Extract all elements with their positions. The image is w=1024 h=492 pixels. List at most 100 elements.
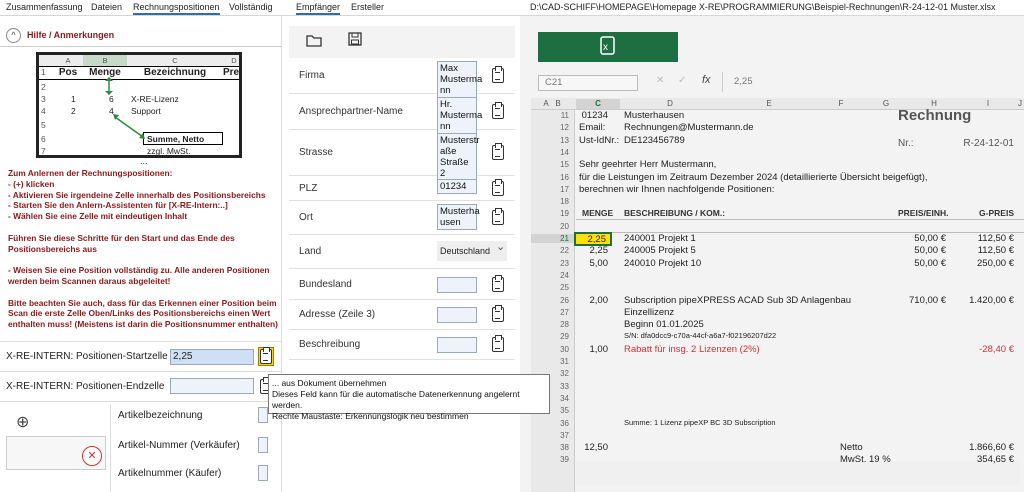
sheet-cell[interactable]: PREIS/EINH. <box>898 208 949 218</box>
sheet-cell[interactable]: 12,50 <box>568 442 608 453</box>
row-number[interactable]: 18 <box>531 197 575 206</box>
sheet-cell[interactable]: Nr.: <box>898 138 914 149</box>
sheet-cell[interactable]: -28,40 € <box>956 344 1014 355</box>
recipient-field-input[interactable]: Musterha usen <box>437 204 480 230</box>
sheet-cell[interactable]: 1.420,00 € <box>956 295 1014 306</box>
collapse-help-button[interactable]: ^ <box>6 28 21 43</box>
sheet-cell[interactable]: Rabatt für insg. 2 Lizenzen (2%) <box>624 344 760 355</box>
tab-empfaenger[interactable]: Empfänger <box>296 2 341 15</box>
row-number[interactable]: 20 <box>531 222 575 231</box>
folder-icon[interactable] <box>306 34 322 47</box>
row-number[interactable]: 12 <box>531 123 575 132</box>
recipient-field-input[interactable]: Hr. Musterma nn <box>437 97 482 134</box>
clipboard-icon[interactable] <box>492 208 504 225</box>
clipboard-icon[interactable] <box>492 66 504 83</box>
recipient-field-input[interactable] <box>437 276 477 293</box>
tab-dateien[interactable]: Dateien <box>91 2 122 12</box>
sheet-cell[interactable]: Rechnung <box>898 107 971 124</box>
clipboard-icon[interactable] <box>492 102 504 119</box>
excel-icon[interactable]: x <box>598 36 618 56</box>
article-field-input[interactable] <box>258 437 268 453</box>
sheet-cell[interactable]: G-PREIS <box>956 208 1014 218</box>
row-number[interactable]: 27 <box>531 308 575 317</box>
row-number[interactable]: 37 <box>531 431 575 440</box>
sheet-cell[interactable]: 354,65 € <box>956 454 1014 465</box>
recipient-field-input[interactable]: Musterstr aße Straße 2 <box>437 133 480 181</box>
sheet-cell[interactable]: 710,00 € <box>900 295 946 306</box>
column-header[interactable]: D <box>620 99 720 109</box>
sheet-cell[interactable]: berechnen wir Ihnen nachfolgende Positio… <box>579 184 774 195</box>
sheet-cell[interactable]: 50,00 € <box>898 258 946 269</box>
article-field-input[interactable] <box>258 407 268 423</box>
sheet-cell[interactable]: Rechnungen@Mustermann.de <box>624 122 754 133</box>
tab-ersteller[interactable]: Ersteller <box>351 2 384 12</box>
sheet-cell[interactable]: Sehr geehrter Herr Mustermann, <box>579 159 716 170</box>
sheet-cell[interactable]: Ust-IdNr.: <box>579 135 619 146</box>
sheet-cell[interactable]: 5,00 <box>568 258 609 269</box>
column-header[interactable]: C <box>576 99 620 109</box>
row-number[interactable]: 13 <box>531 136 575 145</box>
sheet-cell[interactable]: 240005 Projekt 5 <box>624 245 696 256</box>
sheet-cell[interactable]: BESCHREIBUNG / KOM.: <box>624 208 725 218</box>
sheet-cell[interactable]: für die Leistungen im Zeitraum Dezember … <box>579 172 928 183</box>
sheet-cell[interactable]: 2,00 <box>568 295 609 306</box>
row-number[interactable]: 17 <box>531 185 575 194</box>
sheet-cell[interactable]: 50,00 € <box>898 245 946 256</box>
row-number[interactable]: 21 <box>531 234 575 243</box>
column-header[interactable]: B <box>552 99 564 109</box>
clipboard-icon[interactable] <box>492 305 504 322</box>
row-number[interactable]: 29 <box>531 332 575 341</box>
sheet-cell[interactable]: S/N: dfa0dcc9-c70a-44cf-a6a7-f02196207d2… <box>624 331 776 340</box>
chevron-down-icon[interactable]: ⌄ <box>496 240 505 253</box>
sheet-cell[interactable]: 240010 Projekt 10 <box>624 258 701 269</box>
sheet-cell[interactable]: R-24-12-01 <box>956 138 1014 149</box>
column-header[interactable]: J <box>1016 99 1024 109</box>
end-cell-input[interactable] <box>170 378 254 394</box>
save-icon[interactable] <box>348 32 362 46</box>
row-number[interactable]: 39 <box>531 455 575 464</box>
formula-input[interactable]: 2,25 <box>734 76 753 87</box>
sheet-cell[interactable]: 1.866,60 € <box>956 442 1014 453</box>
row-number[interactable]: 28 <box>531 320 575 329</box>
sheet-cell[interactable]: MENGE <box>582 208 613 218</box>
sheet-cell[interactable]: 2,25 <box>568 245 609 256</box>
recipient-field-input[interactable] <box>437 337 477 353</box>
sheet-cell[interactable]: Subscription pipeXPRESS ACAD Sub 3D Anla… <box>624 295 851 306</box>
sheet-cell[interactable]: 50,00 € <box>898 233 946 244</box>
row-number[interactable]: 16 <box>531 173 575 182</box>
clipboard-icon[interactable] <box>492 274 504 292</box>
clipboard-icon[interactable] <box>492 178 504 196</box>
row-number[interactable]: 24 <box>531 271 575 280</box>
sheet-cell[interactable]: 1,00 <box>568 344 609 355</box>
recipient-field-input[interactable] <box>437 307 477 323</box>
row-number[interactable]: 19 <box>531 209 575 218</box>
recipient-field-input[interactable]: 01234 <box>437 179 477 194</box>
start-cell-pick-button[interactable] <box>258 347 274 366</box>
row-number[interactable]: 14 <box>531 148 575 157</box>
tab-vollstaendig[interactable]: Vollständig <box>229 2 273 12</box>
fx-icon[interactable]: fx <box>702 74 711 86</box>
sheet-cell[interactable]: Email: <box>579 122 605 133</box>
start-cell-input[interactable]: 2,25 <box>170 349 254 365</box>
sheet-cell[interactable]: 112,50 € <box>956 233 1014 244</box>
column-header[interactable]: F <box>818 99 864 109</box>
name-box[interactable]: C21 <box>538 75 638 91</box>
remove-position-button[interactable]: ✕ <box>82 446 102 466</box>
sheet-cell[interactable]: Beginn 01.01.2025 <box>624 319 704 330</box>
sheet-cell[interactable]: 112,50 € <box>956 245 1014 256</box>
sheet-cell[interactable]: Einzellizenz <box>624 307 674 318</box>
clipboard-icon[interactable] <box>492 143 504 160</box>
row-number[interactable]: 15 <box>531 160 575 169</box>
clipboard-icon[interactable] <box>492 335 504 352</box>
column-header[interactable]: E <box>720 99 818 109</box>
row-number[interactable]: 31 <box>531 357 575 366</box>
article-field-input[interactable] <box>258 465 268 481</box>
tab-rechnungspositionen[interactable]: Rechnungspositionen <box>133 2 220 15</box>
add-position-button[interactable]: ⊕ <box>16 412 29 432</box>
selected-cell[interactable]: 2,25 <box>574 232 612 246</box>
tab-zusammenfassung[interactable]: Zusammenfassung <box>6 2 83 12</box>
sheet-cell[interactable]: 250,00 € <box>956 258 1014 269</box>
sheet-cell[interactable]: Summe: 1 Lizenz pipeXP BC 3D Subscriptio… <box>624 418 776 427</box>
sheet-cell[interactable]: Musterhausen <box>624 110 684 121</box>
row-number[interactable]: 25 <box>531 283 575 292</box>
